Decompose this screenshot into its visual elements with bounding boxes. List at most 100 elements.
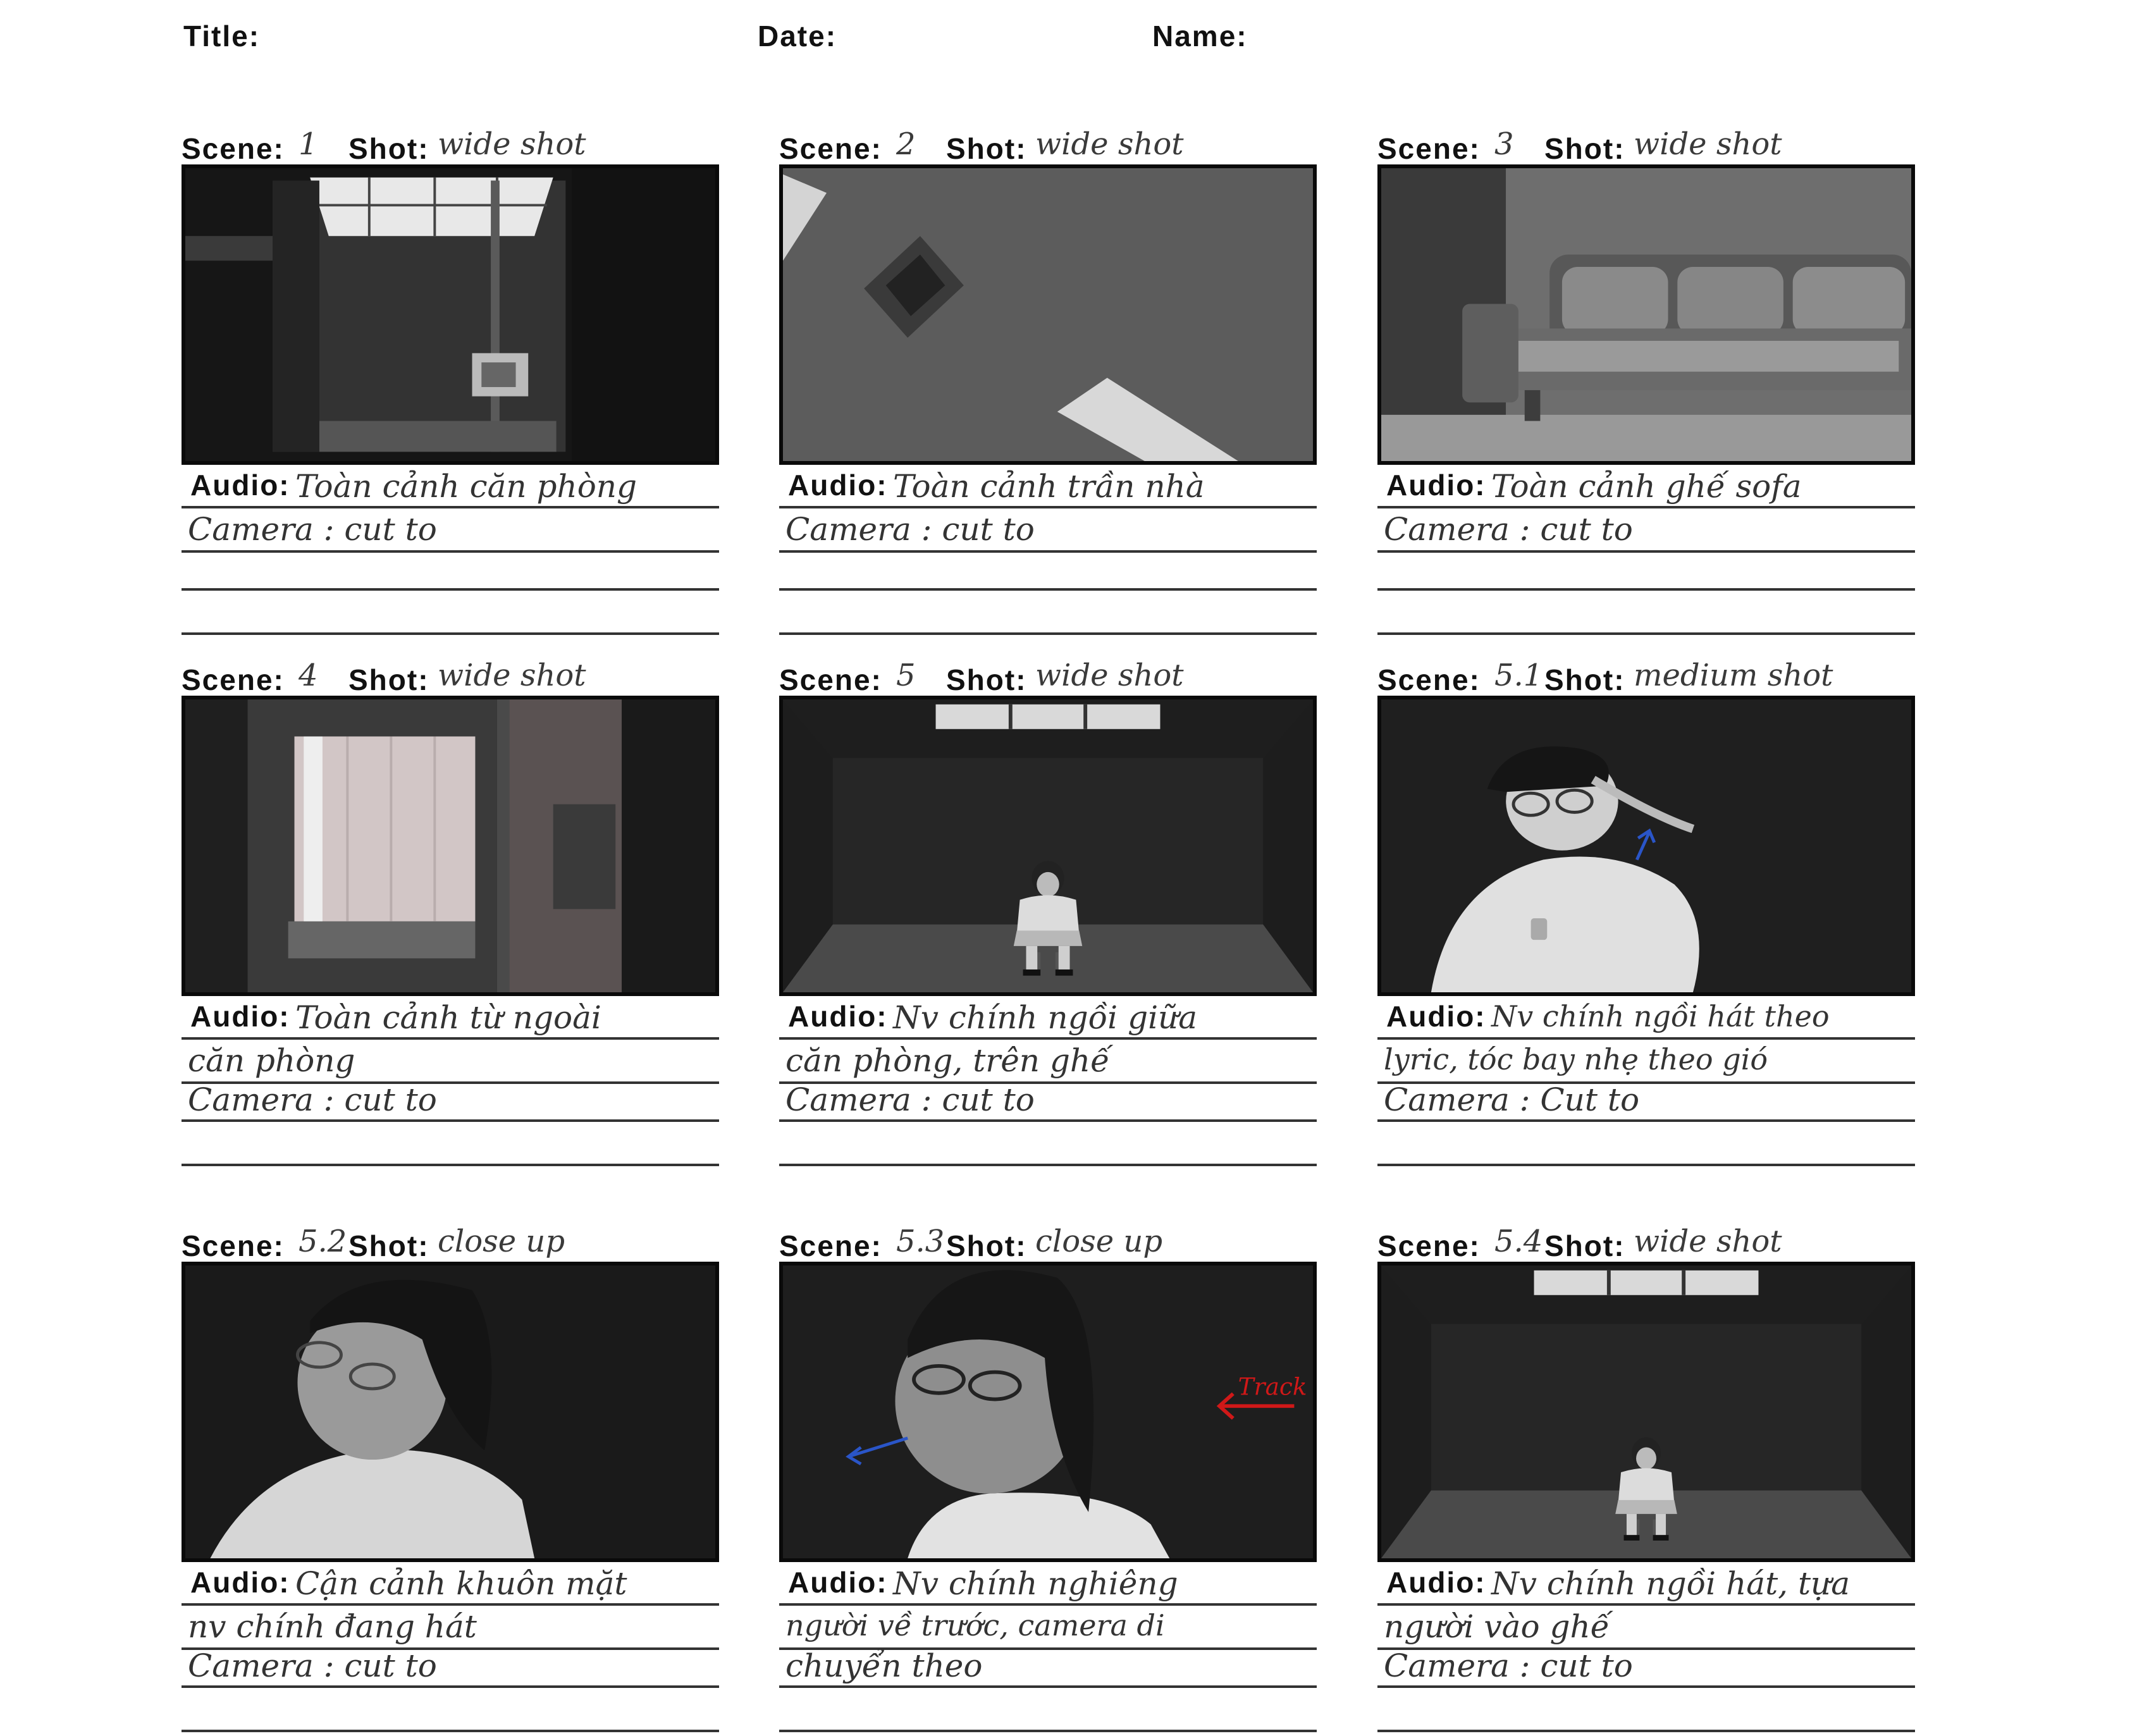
panel-label-row: Scene: 4 Shot: wide shot <box>182 658 751 696</box>
note-line: Camera : cut to <box>785 1081 1035 1118</box>
notes-lines: Audio: Nv chính ngồi hát theo lyric, tóc b… <box>1377 999 1915 1170</box>
shot-type: wide shot <box>1634 126 1782 162</box>
ruled-line <box>182 1037 719 1040</box>
sketch-illustration <box>1381 1265 1911 1558</box>
shot-label: Shot: <box>946 663 1027 696</box>
shot-label: Shot: <box>348 1229 429 1262</box>
scene-number: 1 <box>299 126 318 162</box>
scene-label: Scene: <box>779 663 882 696</box>
scene-label: Scene: <box>1377 1229 1481 1262</box>
ruled-line <box>1377 550 1915 553</box>
audio-label: Audio: <box>788 1566 888 1599</box>
sketch-illustration: Track <box>783 1265 1313 1558</box>
note-line: Camera : cut to <box>188 511 437 548</box>
audio-note: Toàn cảnh căn phòng <box>295 468 637 505</box>
note-line: Camera : cut to <box>188 1647 437 1684</box>
track-annotation: Track <box>1238 1373 1307 1401</box>
audio-label: Audio: <box>190 1566 290 1599</box>
sketch-illustration <box>185 168 715 461</box>
shot-type: wide shot <box>438 126 586 162</box>
audio-note: Cận cảnh khuôn mặt <box>295 1565 627 1602</box>
shot-label: Shot: <box>348 663 429 696</box>
ruled-line <box>779 1603 1317 1606</box>
sketch-frame <box>182 164 719 465</box>
scene-label: Scene: <box>1377 663 1481 696</box>
ruled-line <box>1377 588 1915 591</box>
sketch-frame <box>1377 164 1915 465</box>
ruled-line <box>1377 1119 1915 1122</box>
scene-number: 5.3 <box>896 1224 945 1259</box>
sketch-illustration <box>185 1265 715 1558</box>
sketch-illustration <box>185 699 715 992</box>
notes-lines: Audio: Nv chính ngồi hát, tựa người vào gh… <box>1377 1565 1915 1736</box>
sketch-illustration <box>1381 168 1911 461</box>
audio-note: Nv chính nghiêng <box>893 1565 1178 1602</box>
scene-number: 5.1 <box>1494 658 1543 693</box>
audio-label: Audio: <box>788 469 888 502</box>
panel-label-row: Scene: 5.1 Shot: medium shot <box>1377 658 1947 696</box>
audio-note: Toàn cảnh từ ngoài <box>295 999 601 1036</box>
ruled-line <box>779 1119 1317 1122</box>
note-line: Camera : cut to <box>785 511 1035 548</box>
ruled-line <box>1377 1164 1915 1166</box>
ruled-line <box>1377 1685 1915 1688</box>
scene-label: Scene: <box>779 132 882 165</box>
notes-lines: Audio: Cận cảnh khuôn mặt nv chính đang há… <box>182 1565 719 1736</box>
panel-label-row: Scene: 5.3 Shot: close up <box>779 1224 1348 1262</box>
sketch-frame: Track <box>779 1262 1317 1562</box>
notes-lines: Audio: Nv chính nghiêng người về trước, ca… <box>779 1565 1317 1736</box>
shot-label: Shot: <box>348 132 429 165</box>
sketch-frame <box>779 696 1317 996</box>
note-line: lyric, tóc bay nhẹ theo gió <box>1384 1042 1768 1076</box>
notes-lines: Audio: Toàn cảnh ghế sofa Camera : cut to <box>1377 468 1915 639</box>
ruled-line <box>779 1685 1317 1688</box>
ruled-line <box>182 1685 719 1688</box>
audio-note: Nv chính ngồi giữa <box>893 999 1198 1036</box>
ruled-line <box>779 632 1317 635</box>
audio-note: Toàn cảnh ghế sofa <box>1491 468 1802 505</box>
shot-type: wide shot <box>438 658 586 693</box>
ruled-line <box>182 1164 719 1166</box>
sketch-illustration <box>783 699 1313 992</box>
ruled-line <box>1377 506 1915 508</box>
panel-label-row: Scene: 1 Shot: wide shot <box>182 126 751 165</box>
ruled-line <box>182 550 719 553</box>
audio-label: Audio: <box>190 1000 290 1033</box>
shot-type: wide shot <box>1035 126 1184 162</box>
scene-number: 5.4 <box>1494 1224 1543 1259</box>
scene-label: Scene: <box>182 663 285 696</box>
audio-label: Audio: <box>1386 469 1486 502</box>
shot-type: wide shot <box>1035 658 1184 693</box>
panel-label-row: Scene: 3 Shot: wide shot <box>1377 126 1947 165</box>
scene-number: 3 <box>1494 126 1514 162</box>
note-line: Camera : cut to <box>1384 511 1633 548</box>
ruled-line <box>1377 632 1915 635</box>
name-label: Name: <box>1152 20 1248 52</box>
shot-label: Shot: <box>1544 663 1625 696</box>
ruled-line <box>182 1603 719 1606</box>
shot-type: close up <box>438 1224 565 1259</box>
panel-label-row: Scene: 5.4 Shot: wide shot <box>1377 1224 1947 1262</box>
audio-note: Toàn cảnh trần nhà <box>893 468 1205 505</box>
notes-lines: Audio: Nv chính ngồi giữa căn phòng, trên … <box>779 999 1317 1170</box>
scene-label: Scene: <box>182 132 285 165</box>
audio-note: Nv chính ngồi hát theo <box>1491 999 1830 1033</box>
ruled-line <box>182 506 719 508</box>
note-line: Camera : cut to <box>188 1081 437 1118</box>
ruled-line <box>779 588 1317 591</box>
panel-label-row: Scene: 5.2 Shot: close up <box>182 1224 751 1262</box>
note-line: chuyển theo <box>785 1647 983 1684</box>
ruled-line <box>182 632 719 635</box>
scene-label: Scene: <box>182 1229 285 1262</box>
panel-label-row: Scene: 2 Shot: wide shot <box>779 126 1348 165</box>
sketch-frame <box>779 164 1317 465</box>
ruled-line <box>1377 1730 1915 1732</box>
audio-label: Audio: <box>1386 1000 1486 1033</box>
note-line: Camera : cut to <box>1384 1647 1633 1684</box>
shot-type: wide shot <box>1634 1224 1782 1259</box>
ruled-line <box>1377 1037 1915 1040</box>
sketch-frame <box>1377 1262 1915 1562</box>
sketch-illustration <box>783 168 1313 461</box>
scene-number: 5.2 <box>299 1224 347 1259</box>
ruled-line <box>182 1119 719 1122</box>
